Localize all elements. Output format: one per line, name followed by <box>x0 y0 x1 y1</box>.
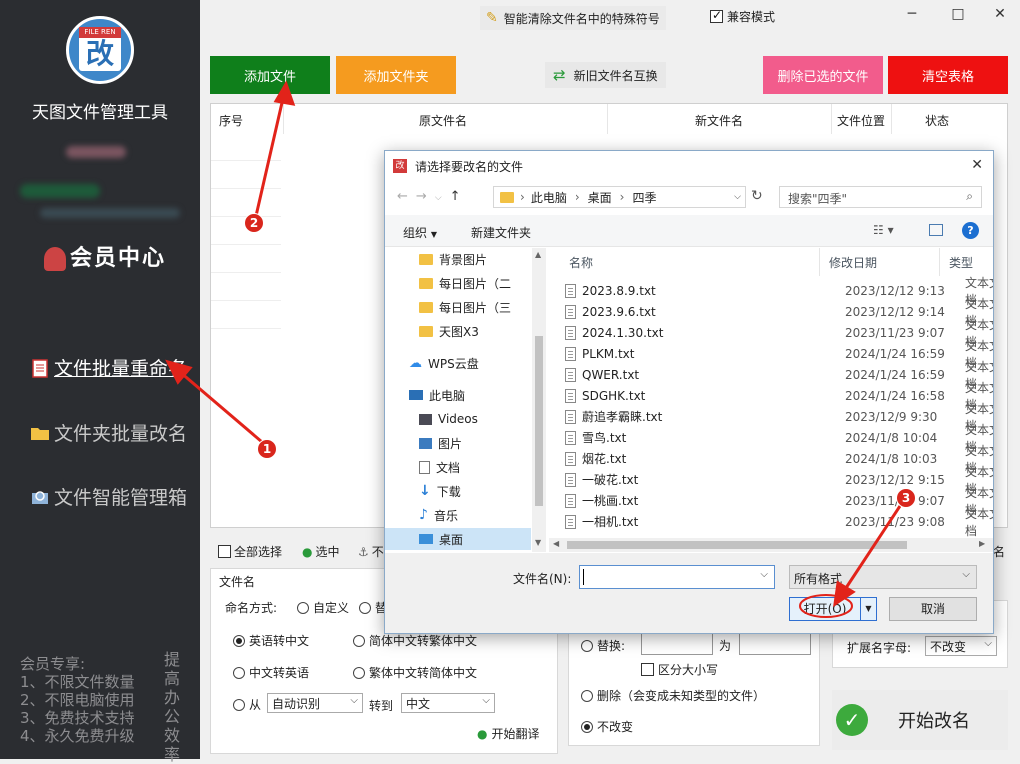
annotation-arrow-2 <box>254 93 286 217</box>
annotation-arrows <box>165 80 902 618</box>
annotation-arrowhead-2 <box>273 80 296 106</box>
annotation-arrow-3 <box>840 505 902 595</box>
annotation-badge-3: 3 <box>896 488 916 508</box>
annotation-badge-1: 1 <box>257 439 277 459</box>
annotation-arrow-1 <box>179 370 263 444</box>
annotation-badge-2: 2 <box>244 213 264 233</box>
annotation-circle-open <box>799 594 853 618</box>
